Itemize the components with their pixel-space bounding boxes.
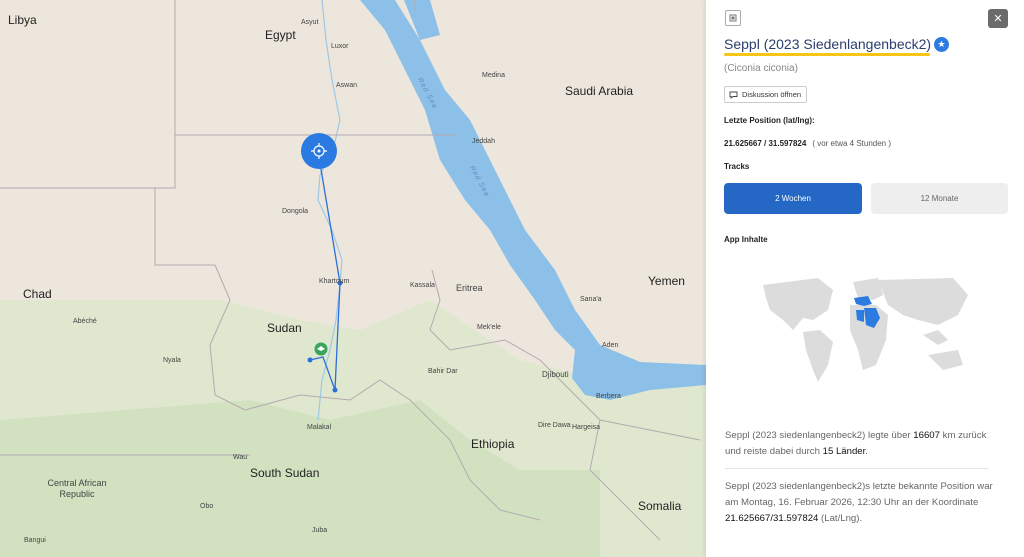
label-south-sudan: South Sudan xyxy=(250,466,320,480)
coordinates-row: 21.625667 / 31.597824 ( vor etwa 4 Stunde… xyxy=(724,139,891,148)
city-abeche: Abéché xyxy=(73,318,97,325)
stat2-coordinates: 21.625667/31.597824 xyxy=(725,513,819,524)
city-bahir-dar: Bahir Dar xyxy=(428,368,458,375)
app-content-heading: App Inhalte xyxy=(724,235,768,244)
label-car: Central African Republic xyxy=(47,478,107,499)
map-view[interactable]: Libya Egypt Saudi Arabia Chad Sudan Yeme… xyxy=(0,0,706,557)
label-libya: Libya xyxy=(8,13,37,27)
close-button[interactable]: ✕ xyxy=(988,9,1008,28)
open-discussion-button[interactable]: Diskussion öffnen xyxy=(724,86,808,103)
city-khartoum: Khartoum xyxy=(319,278,350,285)
city-medina: Medina xyxy=(482,72,505,79)
world-countries-map xyxy=(763,278,968,382)
city-aswan: Aswan xyxy=(336,82,358,89)
tracks-12-months-button[interactable]: 12 Monate xyxy=(871,183,1008,214)
label-djibouti: Djibouti xyxy=(542,370,569,379)
label-eritrea: Eritrea xyxy=(456,283,483,293)
city-berbera: Berbera xyxy=(596,393,621,400)
distance-value: 16607 xyxy=(913,430,940,441)
stat1-pre: Seppl (2023 siedenlangenbeck2) legte übe… xyxy=(725,430,914,441)
position-heading: Letzte Position (lat/lng): xyxy=(724,116,815,125)
current-position-marker[interactable] xyxy=(301,133,337,169)
city-obo: Obo xyxy=(200,503,214,510)
city-wau: Wau xyxy=(233,454,248,461)
label-somalia: Somalia xyxy=(638,499,682,513)
city-aden: Aden xyxy=(602,342,619,349)
label-egypt: Egypt xyxy=(265,28,296,42)
city-malakal: Malakal xyxy=(307,424,332,431)
city-luxor: Luxor xyxy=(331,43,349,50)
city-bangui: Bangui xyxy=(24,537,46,544)
stat1-post: . xyxy=(865,446,868,457)
city-sanaa: Sana'a xyxy=(580,296,602,303)
close-icon: ✕ xyxy=(993,13,1003,25)
city-kassala: Kassala xyxy=(410,282,435,289)
label-chad: Chad xyxy=(23,287,52,301)
tracks-heading: Tracks xyxy=(724,162,750,171)
city-juba: Juba xyxy=(312,527,328,534)
countries-count: 15 Länder xyxy=(822,446,866,457)
city-hargeisa: Hargeisa xyxy=(572,424,601,431)
label-saudi-arabia: Saudi Arabia xyxy=(565,84,634,98)
star-badge-icon[interactable]: ★ xyxy=(934,37,949,52)
animal-detail-panel: ✕ Seppl (2023 Siedenlangenbeck2) ★ (Cico… xyxy=(706,0,1024,557)
label-sudan: Sudan xyxy=(267,321,302,335)
chat-icon xyxy=(729,91,738,99)
city-dongola: Dongola xyxy=(282,208,309,215)
last-position-summary: Seppl (2023 siedenlangenbeck2)s letzte b… xyxy=(725,479,995,527)
city-jeddah: Jeddah xyxy=(472,138,495,145)
distance-summary: Seppl (2023 siedenlangenbeck2) legte übe… xyxy=(725,428,995,460)
animal-title: Seppl (2023 Siedenlangenbeck2) xyxy=(724,36,932,52)
discussion-label: Diskussion öffnen xyxy=(742,90,802,99)
time-ago: ( vor etwa 4 Stunden ) xyxy=(812,139,892,148)
city-dire-dawa: Dire Dawa xyxy=(538,422,571,429)
stat2-pre: Seppl (2023 siedenlangenbeck2)s letzte b… xyxy=(725,481,993,508)
title-underline xyxy=(724,53,930,56)
city-mekele: Mek'ele xyxy=(477,324,501,331)
scientific-name: (Ciconia ciconia) xyxy=(724,63,798,74)
label-yemen: Yemen xyxy=(648,274,685,288)
divider xyxy=(725,468,989,469)
window-icon[interactable] xyxy=(725,10,741,26)
label-ethiopia: Ethiopia xyxy=(471,437,515,451)
city-asyut: Asyut xyxy=(301,19,319,26)
city-nyala: Nyala xyxy=(163,357,181,364)
tracks-2-weeks-button[interactable]: 2 Wochen xyxy=(724,183,862,214)
coordinates-value: 21.625667 / 31.597824 xyxy=(724,139,807,148)
stat2-post: (Lat/Lng). xyxy=(818,513,863,524)
